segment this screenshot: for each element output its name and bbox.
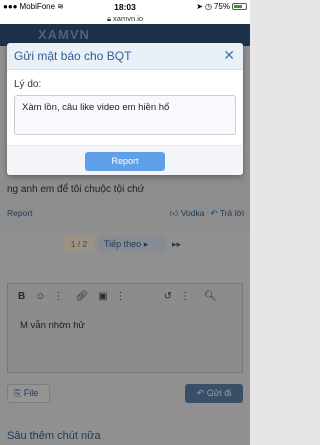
dialog-title: Gửi mật báo cho BQT [14, 49, 132, 63]
status-right: ➤ ◷ 75% [196, 2, 247, 11]
reason-input[interactable]: Xàm lồn, câu like video em hiền hổ [14, 95, 236, 135]
battery-percent: 75% [213, 2, 230, 11]
status-bar: ●●● MobiFone ≋ 18:03 ➤ ◷ 75% [0, 0, 250, 14]
dialog-footer: Report [7, 145, 243, 175]
lock-icon: 🔒︎ [106, 14, 111, 23]
url-bar[interactable]: 🔒︎ xamvn.io [0, 14, 250, 24]
alarm-icon: ◷ [205, 2, 212, 11]
battery-icon [232, 3, 247, 10]
location-icon: ➤ [196, 2, 203, 11]
report-dialog: Gửi mật báo cho BQT ✕ Lý do: Xàm lồn, câ… [7, 43, 243, 175]
reason-label: Lý do: [14, 79, 42, 90]
close-icon[interactable]: ✕ [223, 48, 235, 62]
battery-fill [234, 5, 243, 8]
report-button[interactable]: Report [85, 152, 165, 171]
url-text: xamvn.io [113, 14, 144, 23]
dialog-header: Gửi mật báo cho BQT ✕ [7, 43, 243, 70]
